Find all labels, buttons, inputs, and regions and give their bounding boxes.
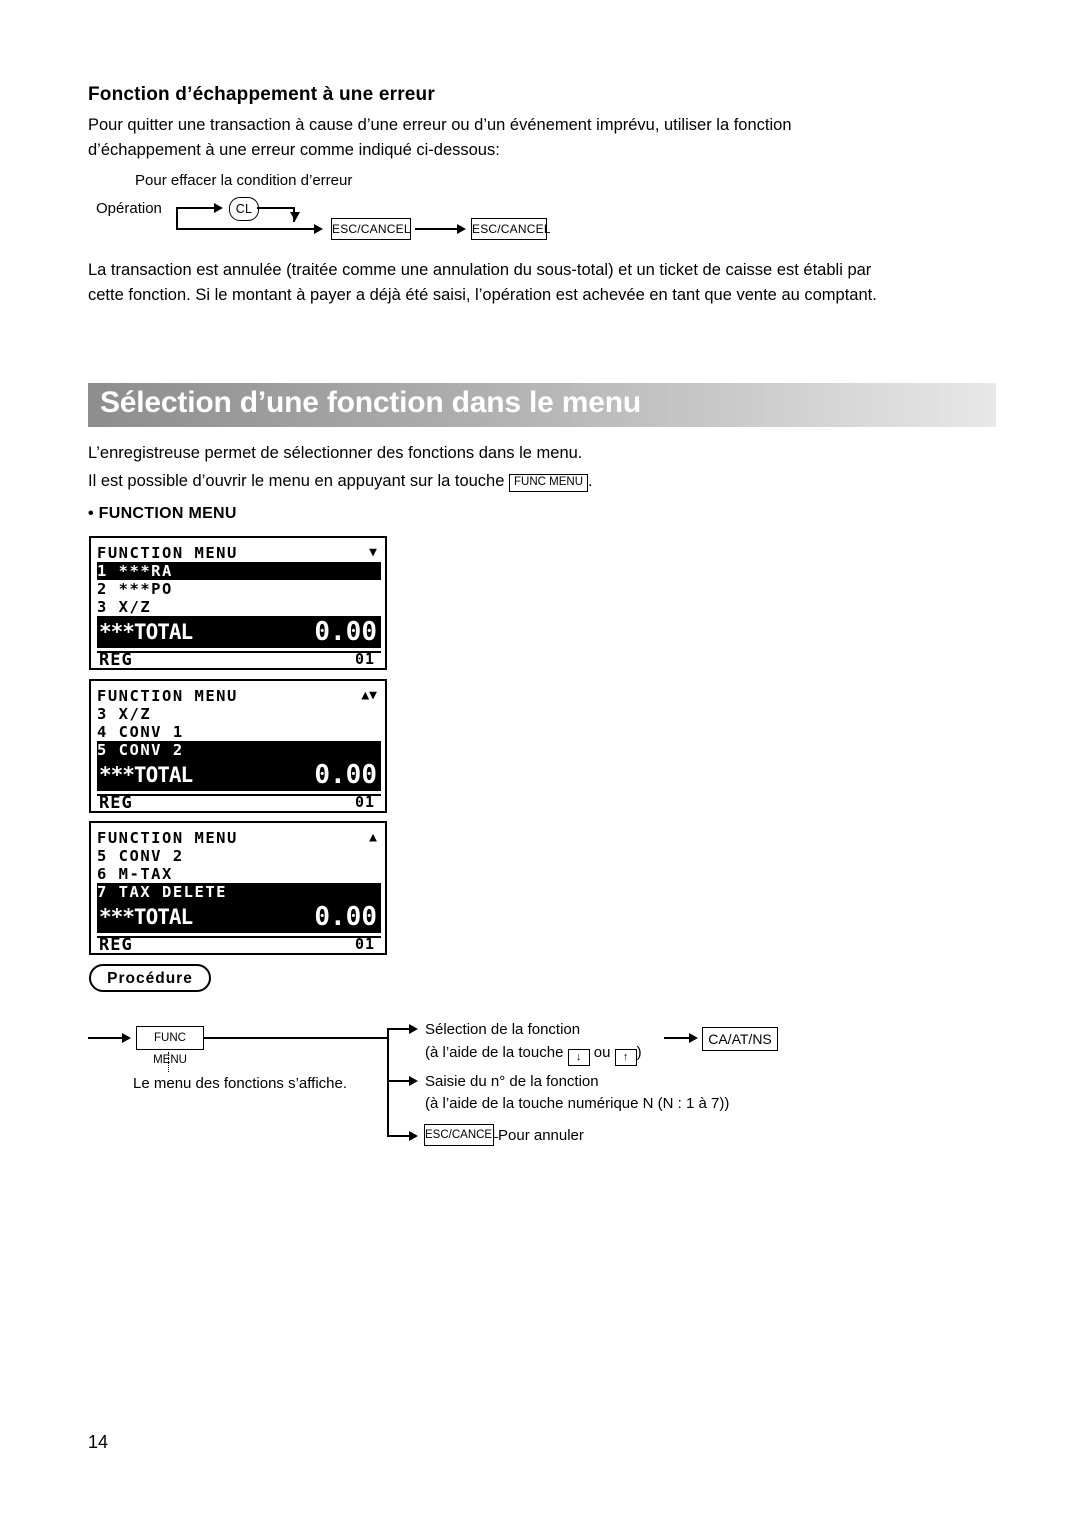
lcd1-scroll-indicator-icon: ▼	[369, 545, 377, 560]
lcd2-scroll-indicator-icon: ▲▼	[361, 688, 377, 703]
lcd2-row-1: 3 X/Z	[97, 705, 152, 723]
function-menu-bullet: • FUNCTION MENU	[88, 505, 237, 522]
proc-branch-3-arrow	[409, 1131, 418, 1141]
arrow-down-key-icon: ↓	[567, 1049, 590, 1066]
page-number: 14	[88, 1432, 109, 1452]
proc-vertical-bus	[387, 1028, 389, 1136]
lcd2-total-bar: ***TOTAL 0.00	[97, 759, 381, 791]
outro-line-2: cette fonction. Si le montant à payer a …	[88, 286, 877, 304]
proc-selection-text-after: )	[636, 1044, 642, 1061]
proc-line-in	[88, 1037, 124, 1039]
intro-line-1: Pour quitter une transaction à cause d’u…	[88, 116, 792, 134]
lcd3-total-bar: ***TOTAL 0.00	[97, 901, 381, 933]
proc-selection-line-1: Sélection de la fonction	[425, 1021, 581, 1038]
proc-cancel-note: Pour annuler	[498, 1127, 584, 1144]
esc-cancel-key-1: ESC/CANCEL	[331, 218, 411, 240]
lcd2-total-label: ***TOTAL	[99, 763, 193, 787]
lcd1-row-2: 2 ***PO	[97, 580, 173, 598]
lcd1-row-1: 1 ***RA	[97, 562, 381, 580]
lcd1-footer: REG 01	[97, 650, 381, 672]
proc-branch-2-arrow	[409, 1076, 418, 1086]
document-page: Fonction d’échappement à une erreur Pour…	[0, 0, 1080, 1524]
diagram-arrow-2	[290, 212, 300, 221]
proc-selection-text-mid: ou	[589, 1044, 615, 1061]
lcd2-clerk: 01	[354, 793, 375, 811]
lcd-screen-1: FUNCTION MENU ▼ 1 ***RA 2 ***PO 3 X/Z **…	[89, 536, 387, 670]
arrow-up-key-icon: ↑	[614, 1049, 637, 1066]
lcd1-row-3: 3 X/Z	[97, 598, 152, 616]
proc-branch-1-arrow	[409, 1024, 418, 1034]
menu-intro-text-after: .	[588, 472, 593, 490]
proc-menu-displayed-note: Le menu des fonctions s’affiche.	[133, 1075, 348, 1092]
diagram-line-5	[176, 228, 316, 230]
proc-dotted-connector	[168, 1052, 169, 1072]
diagram-line-4	[176, 207, 178, 229]
lcd2-mode: REG	[99, 793, 133, 813]
lcd2-header: FUNCTION MENU	[97, 687, 238, 705]
section-error-escape-outro: La transaction est annulée (traitée comm…	[88, 258, 1000, 308]
proc-selection-text-before: (à l’aide de la touche	[425, 1044, 568, 1061]
lcd-screen-3: FUNCTION MENU ▲ 5 CONV 2 6 M-TAX 7 TAX D…	[89, 821, 387, 955]
lcd1-header: FUNCTION MENU	[97, 544, 238, 562]
diagram-line-6	[415, 228, 459, 230]
section-error-escape-intro: Pour quitter une transaction à cause d’u…	[88, 113, 918, 163]
lcd1-clerk: 01	[354, 650, 375, 668]
intro-line-2: d’échappement à une erreur comme indiqué…	[88, 141, 500, 159]
lcd2-footer: REG 01	[97, 793, 381, 815]
outro-line-1: La transaction est annulée (traitée comm…	[88, 261, 872, 279]
lcd3-row-1: 5 CONV 2	[97, 847, 184, 865]
lcd3-scroll-indicator-icon: ▲	[369, 830, 377, 845]
proc-arrow-to-ca	[689, 1033, 698, 1043]
lcd2-total-value: 0.00	[314, 760, 377, 790]
lcd3-total-value: 0.00	[314, 902, 377, 932]
diagram-arrow-3	[314, 224, 323, 234]
lcd3-clerk: 01	[354, 935, 375, 953]
proc-entry-line-1: Saisie du n° de la fonction	[425, 1073, 599, 1090]
section-error-escape-title: Fonction d’échappement à une erreur	[88, 84, 435, 105]
procedure-badge: Procédure	[89, 964, 211, 992]
esc-cancel-key-2: ESC/CANCEL	[471, 218, 550, 240]
section-banner-title: Sélection d’une fonction dans le menu	[100, 386, 641, 419]
proc-esc-cancel-key: ESC/CANCEL	[424, 1124, 499, 1146]
lcd3-footer: REG 01	[97, 935, 381, 957]
menu-intro-text-before: Il est possible d’ouvrir le menu en appu…	[88, 472, 509, 490]
diagram-arrow-4	[457, 224, 466, 234]
diagram-line-1	[176, 207, 216, 209]
lcd3-row-2: 6 M-TAX	[97, 865, 173, 883]
cl-key: CL	[229, 197, 259, 221]
func-menu-key-inline: FUNC MENU	[509, 474, 588, 492]
proc-arrow-in	[122, 1033, 131, 1043]
menu-intro-line-2: Il est possible d’ouvrir le menu en appu…	[88, 472, 593, 492]
lcd3-mode: REG	[99, 935, 133, 955]
lcd1-total-bar: ***TOTAL 0.00	[97, 616, 381, 648]
menu-intro-line-1: L’enregistreuse permet de sélectionner d…	[88, 444, 583, 462]
proc-selection-line-2: (à l’aide de la touche ↓ ou ↑)	[425, 1042, 642, 1066]
lcd3-header: FUNCTION MENU	[97, 829, 238, 847]
lcd1-mode: REG	[99, 650, 133, 670]
proc-func-menu-key: FUNC MENU	[136, 1026, 204, 1066]
diagram-operation-label: Opération	[96, 200, 162, 217]
lcd1-total-value: 0.00	[314, 617, 377, 647]
lcd-screen-2: FUNCTION MENU ▲▼ 3 X/Z 4 CONV 1 5 CONV 2…	[89, 679, 387, 813]
proc-line-main	[204, 1037, 388, 1039]
diagram-top-label: Pour effacer la condition d’erreur	[135, 172, 353, 189]
lcd2-row-3: 5 CONV 2	[97, 741, 381, 759]
lcd3-total-label: ***TOTAL	[99, 905, 193, 929]
proc-entry-line-2: (à l’aide de la touche numérique N (N : …	[425, 1095, 730, 1112]
diagram-arrow-1	[214, 203, 223, 213]
lcd2-row-2: 4 CONV 1	[97, 723, 184, 741]
lcd3-row-3: 7 TAX DELETE	[97, 883, 381, 901]
lcd1-total-label: ***TOTAL	[99, 620, 193, 644]
ca-at-ns-key: CA/AT/NS	[702, 1027, 778, 1051]
diagram-line-2	[257, 207, 295, 209]
